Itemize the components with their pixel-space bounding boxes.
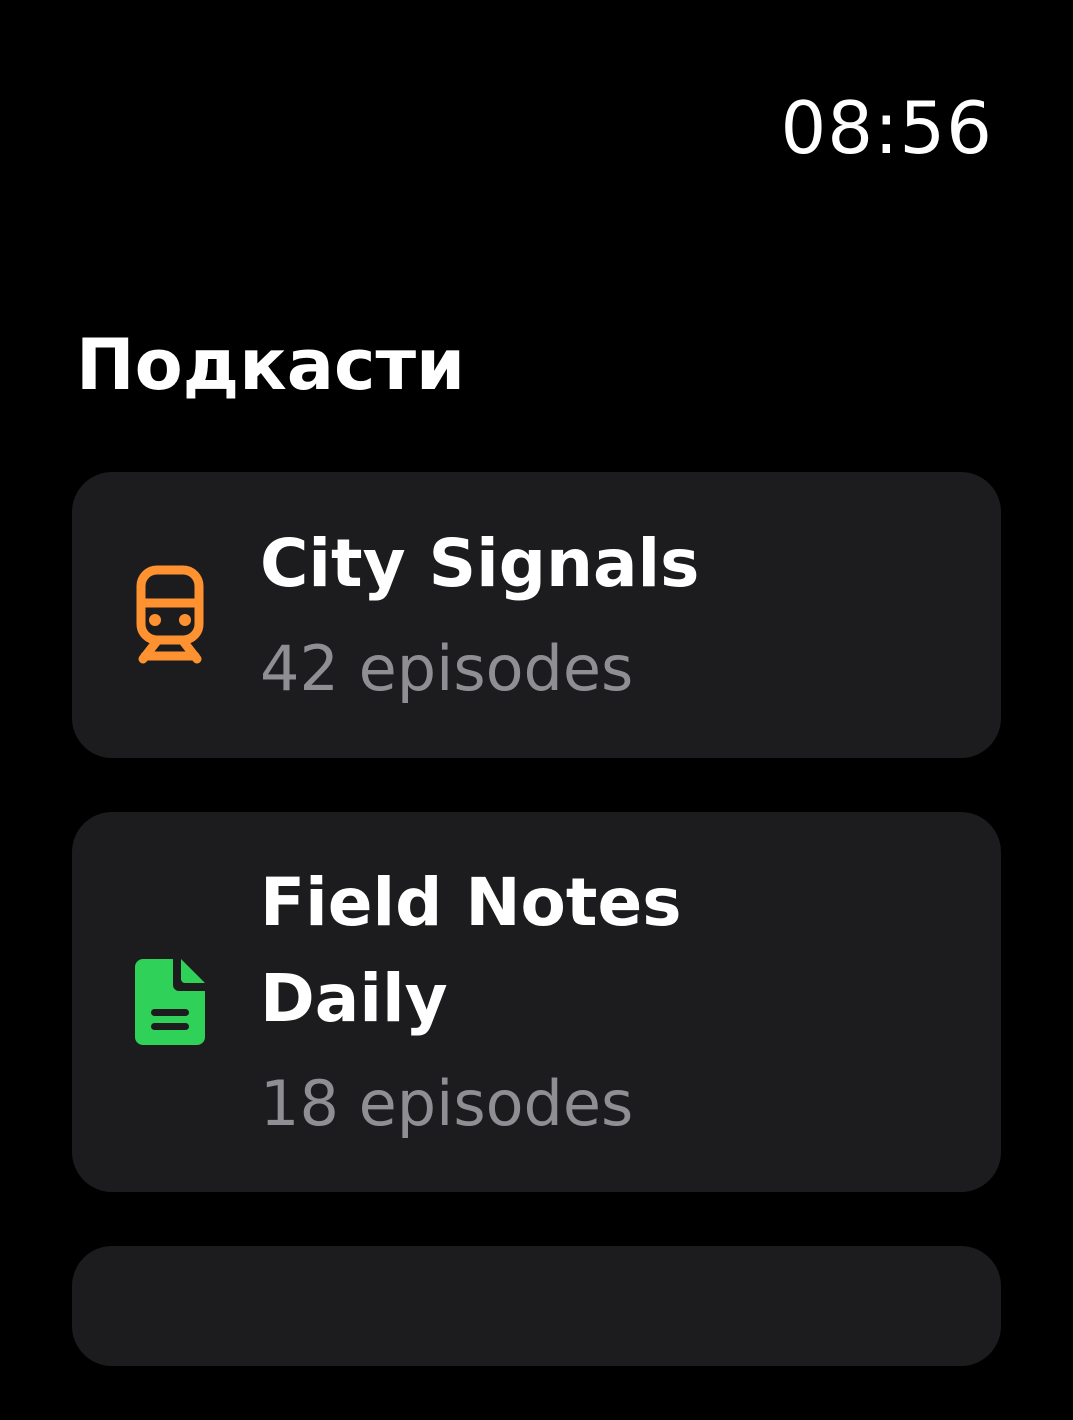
- podcast-title: Field Notes Daily: [260, 864, 682, 1037]
- document-icon: [132, 947, 208, 1057]
- podcast-item-city-signals[interactable]: City Signals 42 episodes: [72, 472, 1001, 758]
- podcast-episode-count: 42 episodes: [260, 632, 634, 705]
- podcast-item-field-notes-daily[interactable]: Field Notes Daily 18 episodes: [72, 812, 1001, 1192]
- status-time: 08:56: [780, 86, 993, 170]
- podcast-item-partial[interactable]: [72, 1246, 1001, 1366]
- page-title: Подкасти: [76, 324, 466, 406]
- podcast-episode-count: 18 episodes: [260, 1067, 634, 1140]
- podcast-title: City Signals: [260, 525, 700, 602]
- tram-icon: [132, 560, 208, 670]
- podcast-list: City Signals 42 episodes Field Notes Dai…: [72, 472, 1001, 1420]
